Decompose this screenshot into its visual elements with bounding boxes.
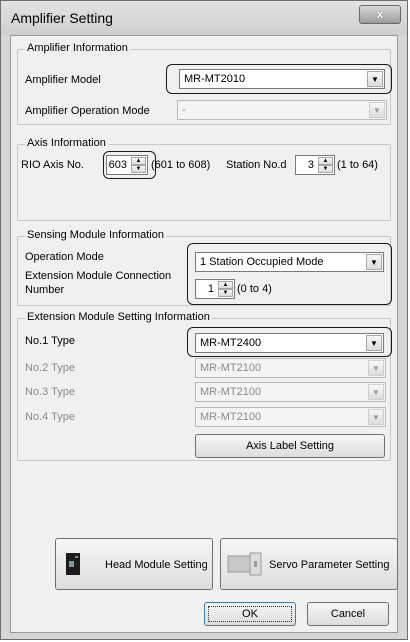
- cancel-label: Cancel: [330, 608, 366, 620]
- no3-type-value: MR-MT2100: [200, 386, 262, 398]
- servo-parameter-setting-button[interactable]: Servo Parameter Setting: [220, 538, 398, 590]
- axis-label-setting-button[interactable]: Axis Label Setting: [195, 434, 385, 458]
- close-button[interactable]: x: [359, 5, 401, 24]
- dialog-client-area: Amplifier Information Amplifier Model MR…: [10, 35, 398, 633]
- rio-axis-no-label: RIO Axis No.: [21, 159, 84, 171]
- highlight-no1-type: [187, 327, 392, 357]
- sensing-module-label: Sensing Module Information: [25, 229, 166, 241]
- head-module-setting-button[interactable]: Head Module Setting: [55, 538, 213, 590]
- head-module-setting-label: Head Module Setting: [105, 559, 208, 571]
- servo-parameter-setting-label: Servo Parameter Setting: [269, 559, 390, 571]
- servo-amplifier-icon: [227, 552, 263, 579]
- station-no-range: (1 to 64): [337, 159, 378, 171]
- no4-type-select[interactable]: MR-MT2100 ▼: [195, 407, 386, 427]
- head-module-icon: [66, 553, 80, 578]
- highlight-rio-axis: [103, 151, 156, 179]
- title-bar[interactable]: Amplifier Setting x: [1, 1, 407, 35]
- no4-type-label: No.4 Type: [25, 411, 75, 423]
- extension-module-label: Extension Module Setting Information: [25, 311, 212, 323]
- chevron-down-icon: ▼: [368, 360, 384, 376]
- rio-axis-range: (601 to 608): [151, 159, 211, 171]
- no2-type-label: No.2 Type: [25, 362, 75, 374]
- chevron-down-icon: ▼: [369, 102, 385, 118]
- station-no-value: 3: [307, 159, 314, 171]
- no2-type-select[interactable]: MR-MT2100 ▼: [195, 358, 386, 378]
- amplifier-model-label: Amplifier Model: [25, 74, 101, 86]
- axis-information-label: Axis Information: [25, 137, 108, 149]
- no2-type-value: MR-MT2100: [200, 362, 262, 374]
- extension-connection-label-line1: Extension Module Connection: [25, 270, 172, 282]
- no3-type-select[interactable]: MR-MT2100 ▼: [195, 382, 386, 402]
- station-no-label: Station No.d: [226, 159, 287, 171]
- station-no-spinner[interactable]: 3 ▲ ▼: [295, 155, 335, 175]
- operation-mode-label: Operation Mode: [25, 251, 104, 263]
- chevron-down-icon: ▼: [368, 384, 384, 400]
- spin-up-icon[interactable]: ▲: [318, 157, 333, 165]
- focus-rectangle: [208, 606, 292, 622]
- extension-connection-label-line2: Number: [25, 284, 65, 296]
- amplifier-information-label: Amplifier Information: [25, 42, 130, 54]
- no4-type-value: MR-MT2100: [200, 411, 262, 423]
- chevron-down-icon: ▼: [368, 409, 384, 425]
- axis-label-setting-label: Axis Label Setting: [245, 440, 335, 452]
- cancel-button[interactable]: Cancel: [307, 602, 389, 626]
- amplifier-operation-mode-label: Amplifier Operation Mode: [25, 105, 150, 117]
- amplifier-setting-dialog: Amplifier Setting x Amplifier Informatio…: [0, 0, 408, 640]
- spin-down-icon[interactable]: ▼: [318, 165, 333, 173]
- amplifier-operation-mode-select[interactable]: - ▼: [177, 100, 387, 120]
- highlight-sensing-module: [187, 243, 392, 305]
- highlight-amplifier-model: [166, 64, 392, 94]
- no3-type-label: No.3 Type: [25, 386, 75, 398]
- ok-button[interactable]: OK: [204, 602, 296, 626]
- amplifier-operation-mode-value: -: [182, 104, 186, 116]
- no1-type-label: No.1 Type: [25, 335, 75, 347]
- close-icon: x: [376, 7, 384, 21]
- dialog-title: Amplifier Setting: [11, 10, 113, 26]
